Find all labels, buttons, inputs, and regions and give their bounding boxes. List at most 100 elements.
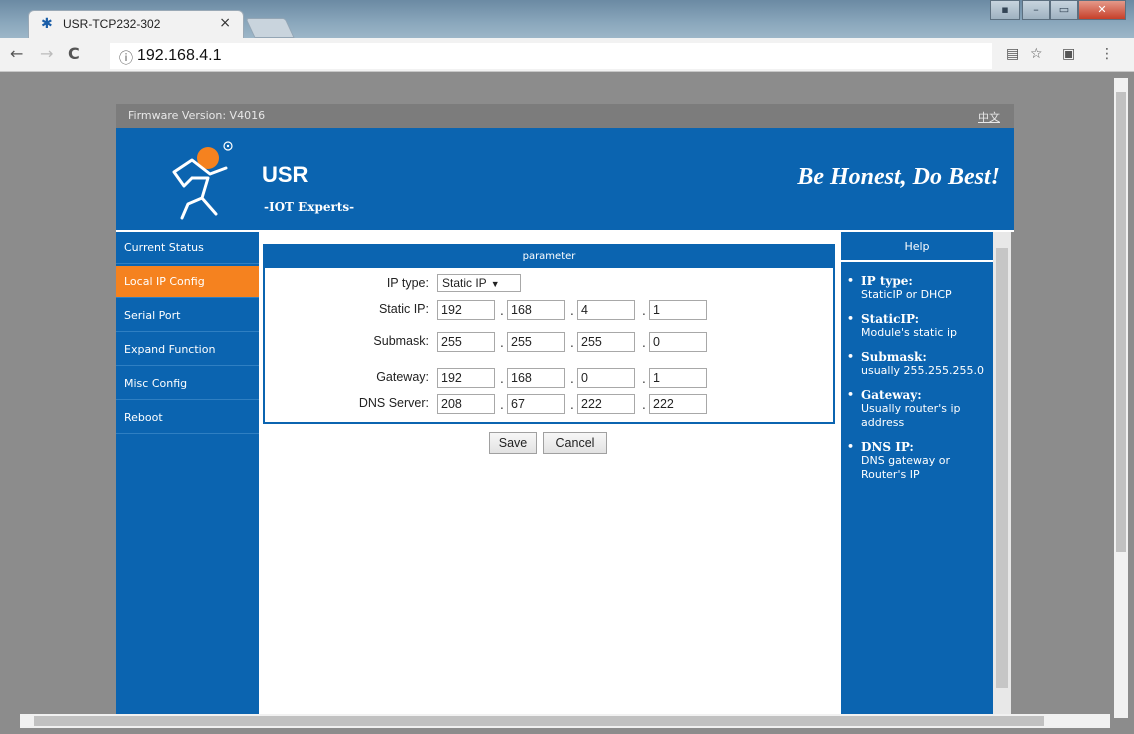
dot-separator: . (642, 304, 646, 318)
help-item: IP type: StaticIP or DHCP (845, 274, 989, 302)
submask-octet-2[interactable]: 255 (507, 332, 565, 352)
submask-octet-3[interactable]: 255 (577, 332, 635, 352)
help-item-desc: DNS gateway or Router's IP (861, 454, 950, 481)
sidebar-item-current-status[interactable]: Current Status (116, 232, 259, 264)
ip-type-label: IP type: (386, 276, 429, 290)
maximize-button[interactable]: ▭ (1050, 0, 1078, 20)
parameter-title: parameter (265, 246, 833, 268)
bookmark-star-icon[interactable]: ☆ (1030, 46, 1043, 62)
help-item-desc: StaticIP or DHCP (861, 288, 952, 301)
gateway-octet-3[interactable]: 0 (577, 368, 635, 388)
close-window-button[interactable]: ✕ (1078, 0, 1126, 20)
help-item: DNS IP: DNS gateway or Router's IP (845, 440, 989, 482)
sidebar-item-reboot[interactable]: Reboot (116, 402, 259, 434)
new-tab-button[interactable] (245, 18, 295, 38)
reload-icon[interactable]: C (68, 44, 80, 63)
static-ip-octet-2[interactable]: 168 (507, 300, 565, 320)
firmware-version: Firmware Version: V4016 (128, 109, 266, 122)
help-item-title: Gateway: (861, 388, 922, 402)
language-link[interactable]: 中文 (978, 109, 1000, 125)
dot-separator: . (570, 372, 574, 386)
main-content: parameter IP type: Static IP ▼ Static IP:… (259, 232, 841, 714)
static-ip-octet-3[interactable]: 4 (577, 300, 635, 320)
submask-octet-4[interactable]: 0 (649, 332, 707, 352)
static-ip-octet-1[interactable]: 192 (437, 300, 495, 320)
inner-scrollbar[interactable] (993, 232, 1011, 714)
help-item-desc: Usually router's ip address (861, 402, 961, 429)
page-viewport: Firmware Version: V4016 中文 USR -IOT Expe… (0, 72, 1134, 734)
help-item-title: DNS IP: (861, 440, 914, 454)
save-button[interactable]: Save (489, 432, 537, 454)
sidebar-item-misc-config[interactable]: Misc Config (116, 368, 259, 400)
horizontal-scrollbar-thumb[interactable] (34, 716, 1044, 726)
gateway-label: Gateway: (376, 370, 429, 384)
sidebar-nav: Current Status Local IP Config Serial Po… (116, 232, 259, 714)
extension-icon[interactable]: ▣ (1062, 46, 1075, 62)
horizontal-scrollbar[interactable] (20, 714, 1110, 728)
gateway-octet-4[interactable]: 1 (649, 368, 707, 388)
back-icon[interactable]: ← (10, 44, 23, 63)
static-ip-label: Static IP: (378, 302, 429, 316)
cancel-button[interactable]: Cancel (543, 432, 607, 454)
forward-icon[interactable]: → (40, 44, 53, 63)
brand-name: USR (262, 162, 309, 187)
dns-server-label: DNS Server: (358, 396, 429, 410)
dot-separator: . (500, 304, 504, 318)
translate-icon[interactable]: ▤ (1006, 46, 1019, 62)
sidebar-item-serial-port[interactable]: Serial Port (116, 300, 259, 332)
dot-separator: . (642, 336, 646, 350)
gateway-octet-1[interactable]: 192 (437, 368, 495, 388)
help-item: StaticIP: Module's static ip (845, 312, 989, 340)
help-item-desc: Module's static ip (861, 326, 957, 339)
dot-separator: . (642, 372, 646, 386)
dot-separator: . (500, 372, 504, 386)
static-ip-octet-4[interactable]: 1 (649, 300, 707, 320)
help-title: Help (841, 232, 993, 262)
dot-separator: . (642, 398, 646, 412)
dot-separator: . (500, 336, 504, 350)
help-item-title: IP type: (861, 274, 913, 288)
dns-octet-4[interactable]: 222 (649, 394, 707, 414)
dns-octet-2[interactable]: 67 (507, 394, 565, 414)
vertical-scrollbar-thumb[interactable] (1116, 92, 1126, 552)
chevron-down-icon: ▼ (490, 279, 500, 289)
minimize-button[interactable]: – (1022, 0, 1050, 20)
gateway-octet-2[interactable]: 168 (507, 368, 565, 388)
menu-icon[interactable]: ⋮ (1100, 46, 1114, 62)
ip-type-value: Static IP (442, 276, 487, 290)
ip-type-select[interactable]: Static IP ▼ (437, 274, 521, 292)
help-panel: Help IP type: StaticIP or DHCP StaticIP:… (841, 232, 993, 714)
help-item: Submask: usually 255.255.255.0 (845, 350, 989, 378)
slogan: Be Honest, Do Best! (797, 164, 1000, 190)
help-item: Gateway: Usually router's ip address (845, 388, 989, 430)
close-tab-icon[interactable]: × (219, 15, 231, 31)
info-icon[interactable]: ⓘ (119, 48, 133, 68)
window-titlebar: ✱ USR-TCP232-302 × ▪ – ▭ ✕ (0, 0, 1134, 38)
user-profile-button[interactable]: ▪ (990, 0, 1020, 20)
help-item-desc: usually 255.255.255.0 (861, 364, 985, 377)
usr-logo-icon (172, 141, 233, 220)
brand-tagline: -IOT Experts- (264, 200, 355, 214)
firmware-bar: Firmware Version: V4016 中文 (116, 104, 1014, 128)
inner-scrollbar-thumb[interactable] (996, 248, 1008, 688)
usr-favicon-icon: ✱ (41, 16, 53, 32)
help-item-title: StaticIP: (861, 312, 920, 326)
submask-octet-1[interactable]: 255 (437, 332, 495, 352)
vertical-scrollbar[interactable] (1114, 78, 1128, 718)
dot-separator: . (500, 398, 504, 412)
browser-tab[interactable]: ✱ USR-TCP232-302 × (28, 10, 244, 38)
submask-label: Submask: (373, 334, 429, 348)
parameter-panel: parameter IP type: Static IP ▼ Static IP:… (263, 244, 835, 424)
sidebar-item-local-ip-config[interactable]: Local IP Config (116, 266, 259, 298)
dot-separator: . (570, 398, 574, 412)
address-bar[interactable]: ⓘ 192.168.4.1 (110, 43, 992, 69)
dns-octet-3[interactable]: 222 (577, 394, 635, 414)
dot-separator: . (570, 304, 574, 318)
sidebar-item-expand-function[interactable]: Expand Function (116, 334, 259, 366)
dot-separator: . (570, 336, 574, 350)
help-item-title: Submask: (861, 350, 927, 364)
browser-toolbar: ← → C ⓘ 192.168.4.1 ▤ ☆ ▣ ⋮ (0, 38, 1134, 72)
url-text[interactable]: 192.168.4.1 (137, 47, 222, 65)
dns-octet-1[interactable]: 208 (437, 394, 495, 414)
help-list: IP type: StaticIP or DHCP StaticIP: Modu… (845, 274, 989, 492)
